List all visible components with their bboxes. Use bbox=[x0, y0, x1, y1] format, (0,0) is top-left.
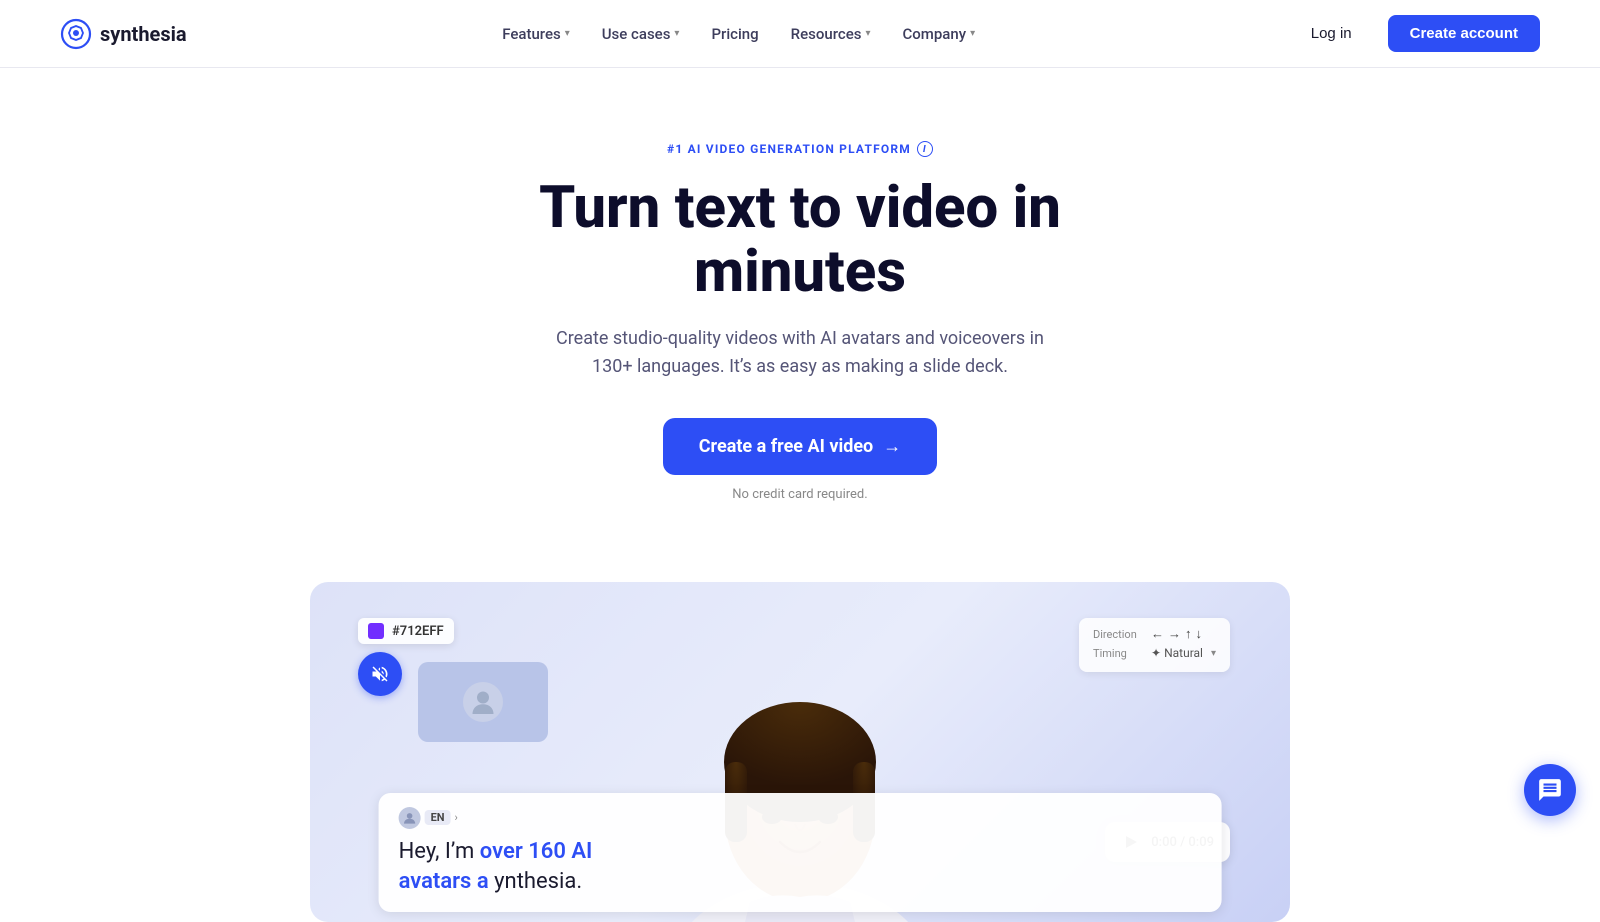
arrow-left-icon[interactable]: ← bbox=[1151, 626, 1164, 642]
mute-icon bbox=[370, 664, 390, 684]
caption-lang-selector[interactable]: EN › bbox=[399, 807, 458, 829]
direction-timing-panel: Direction ← → ↑ ↓ Timing ✦ Natural ▾ bbox=[1079, 618, 1230, 672]
caption-arrow-icon: › bbox=[455, 811, 458, 824]
nav-company[interactable]: Company ▾ bbox=[889, 17, 990, 51]
hero-subtitle: Create studio-quality videos with AI ava… bbox=[540, 325, 1060, 383]
cta-label: Create a free AI video bbox=[699, 436, 873, 457]
caption-panel: EN › Hey, I’m over 160 AI avatars a ynth… bbox=[379, 793, 1222, 913]
hero-title: Turn text to video in minutes bbox=[440, 177, 1160, 305]
info-icon: i bbox=[917, 141, 933, 157]
direction-label: Direction bbox=[1093, 628, 1143, 641]
avatar-thumbnail[interactable] bbox=[418, 662, 548, 742]
hero-badge: #1 AI VIDEO GENERATION PLATFORM i bbox=[667, 141, 933, 157]
nav-use-cases[interactable]: Use cases ▾ bbox=[588, 17, 694, 51]
caption-text: Hey, I’m over 160 AI avatars a ynthesia. bbox=[399, 837, 1202, 899]
avatar-image bbox=[463, 682, 503, 722]
caption-text-2: over 160 AI bbox=[480, 839, 593, 864]
chevron-down-icon: ▾ bbox=[970, 28, 975, 39]
nav-resources[interactable]: Resources ▾ bbox=[777, 17, 885, 51]
direction-arrows: ← → ↑ ↓ bbox=[1151, 626, 1202, 642]
caption-text-4: ynthesia. bbox=[494, 869, 582, 894]
mute-button[interactable] bbox=[358, 652, 402, 696]
speaker-avatar bbox=[399, 807, 421, 829]
demo-container: #712EFF Direction ← → bbox=[290, 582, 1310, 922]
arrow-down-icon[interactable]: ↓ bbox=[1196, 626, 1203, 642]
navigation: synthesia Features ▾ Use cases ▾ Pricing… bbox=[0, 0, 1600, 68]
create-account-button[interactable]: Create account bbox=[1388, 15, 1540, 52]
timing-value: ✦ Natural bbox=[1151, 646, 1203, 660]
caption-text-3: avatars a bbox=[399, 869, 489, 894]
timing-label: Timing bbox=[1093, 647, 1143, 660]
hero-section: #1 AI VIDEO GENERATION PLATFORM i Turn t… bbox=[0, 68, 1600, 552]
synthesia-logo-icon bbox=[60, 18, 92, 50]
nav-features[interactable]: Features ▾ bbox=[488, 17, 584, 51]
color-swatch bbox=[368, 623, 384, 639]
color-hex-value: #712EFF bbox=[392, 624, 444, 639]
arrow-right-icon[interactable]: → bbox=[1168, 626, 1181, 642]
direction-row: Direction ← → ↑ ↓ bbox=[1093, 626, 1216, 642]
no-credit-text: No credit card required. bbox=[20, 487, 1580, 502]
avatar-small-icon bbox=[403, 811, 417, 825]
nav-pricing[interactable]: Pricing bbox=[697, 17, 772, 51]
color-picker[interactable]: #712EFF bbox=[358, 618, 454, 644]
chevron-down-icon[interactable]: ▾ bbox=[1211, 648, 1216, 659]
chat-icon bbox=[1537, 777, 1563, 803]
chevron-down-icon: ▾ bbox=[565, 28, 570, 39]
nav-actions: Log in Create account bbox=[1291, 15, 1540, 52]
timing-row: Timing ✦ Natural ▾ bbox=[1093, 646, 1216, 660]
avatar-silhouette bbox=[468, 687, 498, 717]
arrow-icon: → bbox=[883, 436, 901, 457]
login-button[interactable]: Log in bbox=[1291, 17, 1372, 50]
demo-ui: #712EFF Direction ← → bbox=[310, 582, 1290, 922]
chevron-down-icon: ▾ bbox=[674, 28, 679, 39]
nav-links: Features ▾ Use cases ▾ Pricing Resources… bbox=[488, 17, 989, 51]
chat-support-button[interactable] bbox=[1524, 764, 1576, 816]
caption-text-1: Hey, I’m bbox=[399, 839, 480, 864]
logo[interactable]: synthesia bbox=[60, 18, 187, 50]
badge-text: #1 AI VIDEO GENERATION PLATFORM bbox=[667, 142, 911, 156]
cta-button[interactable]: Create a free AI video → bbox=[663, 418, 937, 475]
chevron-down-icon: ▾ bbox=[865, 28, 870, 39]
arrow-up-icon[interactable]: ↑ bbox=[1185, 626, 1192, 642]
logo-text: synthesia bbox=[100, 22, 187, 46]
language-badge: EN bbox=[425, 810, 451, 825]
